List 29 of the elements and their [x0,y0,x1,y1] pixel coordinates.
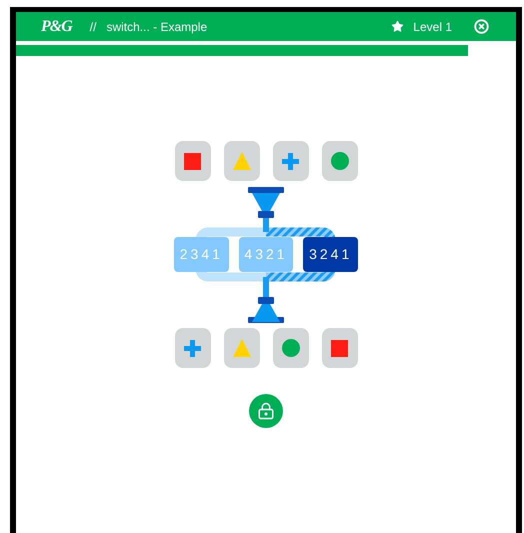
page-title: switch... - Example [106,18,208,36]
shape-tile[interactable] [174,141,210,181]
shape-tile[interactable] [174,328,210,368]
lock-icon [257,402,275,420]
close-button[interactable] [474,19,489,34]
square-icon [184,152,201,170]
shape-tile[interactable] [322,328,358,368]
triangle-icon [232,152,250,170]
cross-icon [282,152,299,170]
funnel-icon [248,297,284,323]
sequence-option[interactable]: 4321 [238,237,294,272]
star-icon [391,20,404,33]
logo: P&G [41,16,72,36]
triangle-icon [232,339,250,357]
level-label: Level 1 [413,18,452,36]
sequence-option[interactable]: 3241 [303,237,358,272]
square-icon [331,340,348,356]
breadcrumb-separator: // [90,18,96,36]
cross-icon [184,340,201,356]
sequence-option[interactable]: 2341 [174,237,229,272]
unlock-button[interactable] [249,394,283,428]
funnel-icon [248,187,284,218]
shape-tile[interactable] [322,141,358,181]
circle-icon [282,339,300,357]
shape-tile[interactable] [224,141,260,181]
shape-tile[interactable] [272,328,308,368]
shape-tile[interactable] [272,141,308,181]
circle-icon [330,152,348,170]
shape-tile[interactable] [224,328,260,368]
